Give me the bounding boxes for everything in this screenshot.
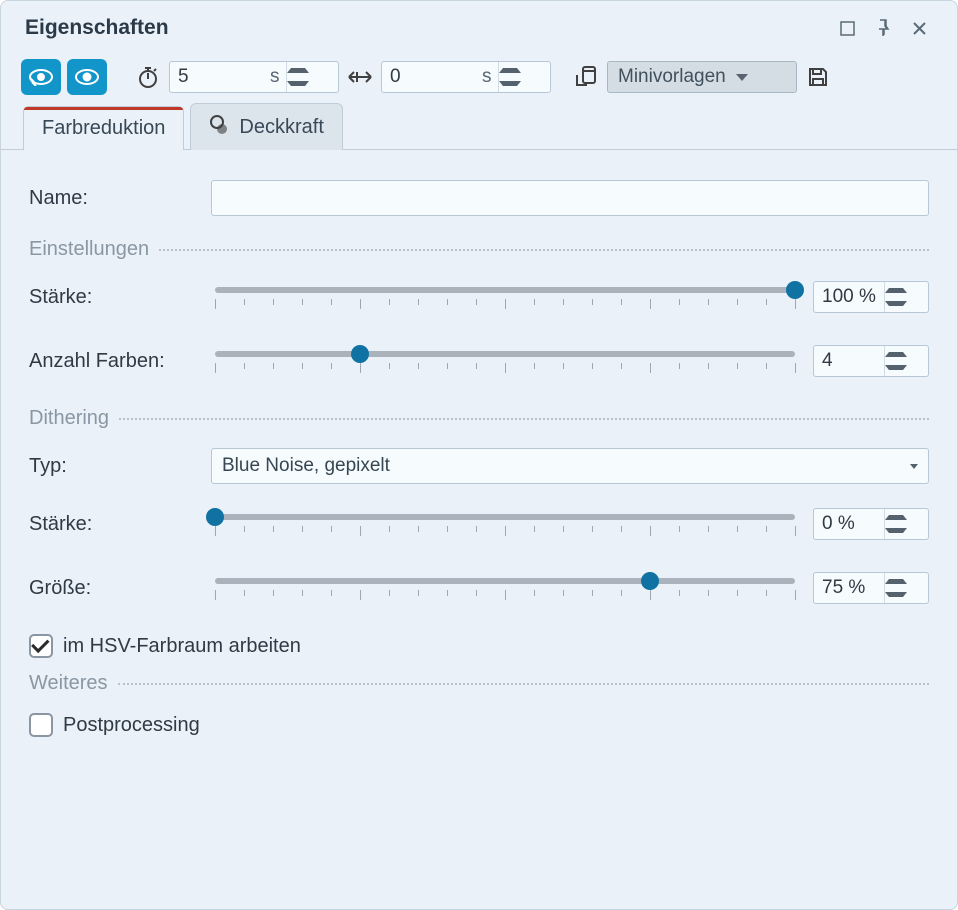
size-label: Größe: xyxy=(29,577,197,600)
offset-unit: s xyxy=(482,66,498,88)
toolbar: s s Minivorlagen xyxy=(1,49,957,103)
chevron-down-icon xyxy=(910,464,918,469)
titlebar: Eigenschaften xyxy=(1,1,957,49)
tab-color-reduction[interactable]: Farbreduktion xyxy=(23,106,184,150)
maximize-button[interactable] xyxy=(829,13,865,43)
hsv-checkbox[interactable] xyxy=(29,634,53,658)
preview-button[interactable] xyxy=(67,59,107,95)
type-value: Blue Noise, gepixelt xyxy=(222,455,390,477)
templates-label: Minivorlagen xyxy=(618,66,726,88)
templates-dropdown[interactable]: Minivorlagen xyxy=(607,61,797,93)
name-label: Name: xyxy=(29,187,197,210)
duration-unit: s xyxy=(270,66,286,88)
section-settings: Einstellungen xyxy=(29,238,929,261)
properties-panel: Eigenschaften s xyxy=(0,0,958,910)
offset-spinner[interactable]: s xyxy=(381,61,551,93)
strength-down[interactable] xyxy=(885,297,907,312)
size-up[interactable] xyxy=(885,573,907,588)
panel-title: Eigenschaften xyxy=(25,16,829,40)
stopwatch-icon xyxy=(133,59,163,95)
tab-opacity[interactable]: Deckkraft xyxy=(190,103,342,150)
tab-content: Name: Einstellungen Stärke: Anzahl Farbe… xyxy=(1,150,957,909)
size-value[interactable] xyxy=(814,573,884,603)
offset-icon xyxy=(345,59,375,95)
name-field[interactable] xyxy=(211,180,929,216)
postprocessing-label[interactable]: Postprocessing xyxy=(63,714,200,737)
opacity-icon xyxy=(209,114,231,140)
numcolors-up[interactable] xyxy=(885,346,907,361)
hsv-label[interactable]: im HSV-Farbraum arbeiten xyxy=(63,635,301,658)
offset-input[interactable] xyxy=(382,62,482,92)
tab-color-reduction-label: Farbreduktion xyxy=(42,117,165,140)
dith-strength-spinner[interactable] xyxy=(813,508,929,540)
duration-spinner[interactable]: s xyxy=(169,61,339,93)
postprocessing-checkbox[interactable] xyxy=(29,713,53,737)
size-down[interactable] xyxy=(885,588,907,603)
dock-icon[interactable] xyxy=(571,59,601,95)
strength-up[interactable] xyxy=(885,282,907,297)
numcolors-spinner[interactable] xyxy=(813,345,929,377)
tab-opacity-label: Deckkraft xyxy=(239,116,323,139)
tab-bar: Farbreduktion Deckkraft xyxy=(1,103,957,150)
duration-down[interactable] xyxy=(287,77,309,92)
numcolors-label: Anzahl Farben: xyxy=(29,350,197,373)
type-select[interactable]: Blue Noise, gepixelt xyxy=(211,448,929,484)
dith-strength-down[interactable] xyxy=(885,524,907,539)
offset-up[interactable] xyxy=(499,62,521,77)
duration-up[interactable] xyxy=(287,62,309,77)
dith-strength-up[interactable] xyxy=(885,509,907,524)
numcolors-slider[interactable] xyxy=(215,343,795,379)
strength-label: Stärke: xyxy=(29,286,197,309)
toggle-active-button[interactable] xyxy=(21,59,61,95)
dith-strength-value[interactable] xyxy=(814,509,884,539)
dith-strength-slider[interactable] xyxy=(215,506,795,542)
section-more: Weiteres xyxy=(29,672,929,695)
size-spinner[interactable] xyxy=(813,572,929,604)
section-dithering: Dithering xyxy=(29,407,929,430)
numcolors-down[interactable] xyxy=(885,361,907,376)
strength-spinner[interactable] xyxy=(813,281,929,313)
save-button[interactable] xyxy=(803,59,833,95)
offset-down[interactable] xyxy=(499,77,521,92)
type-label: Typ: xyxy=(29,455,197,478)
duration-input[interactable] xyxy=(170,62,270,92)
size-slider[interactable] xyxy=(215,570,795,606)
numcolors-value[interactable] xyxy=(814,346,884,376)
pin-button[interactable] xyxy=(865,13,901,43)
close-button[interactable] xyxy=(901,13,937,43)
chevron-down-icon xyxy=(736,74,748,81)
strength-slider[interactable] xyxy=(215,279,795,315)
dith-strength-label: Stärke: xyxy=(29,513,197,536)
strength-value[interactable] xyxy=(814,282,884,312)
